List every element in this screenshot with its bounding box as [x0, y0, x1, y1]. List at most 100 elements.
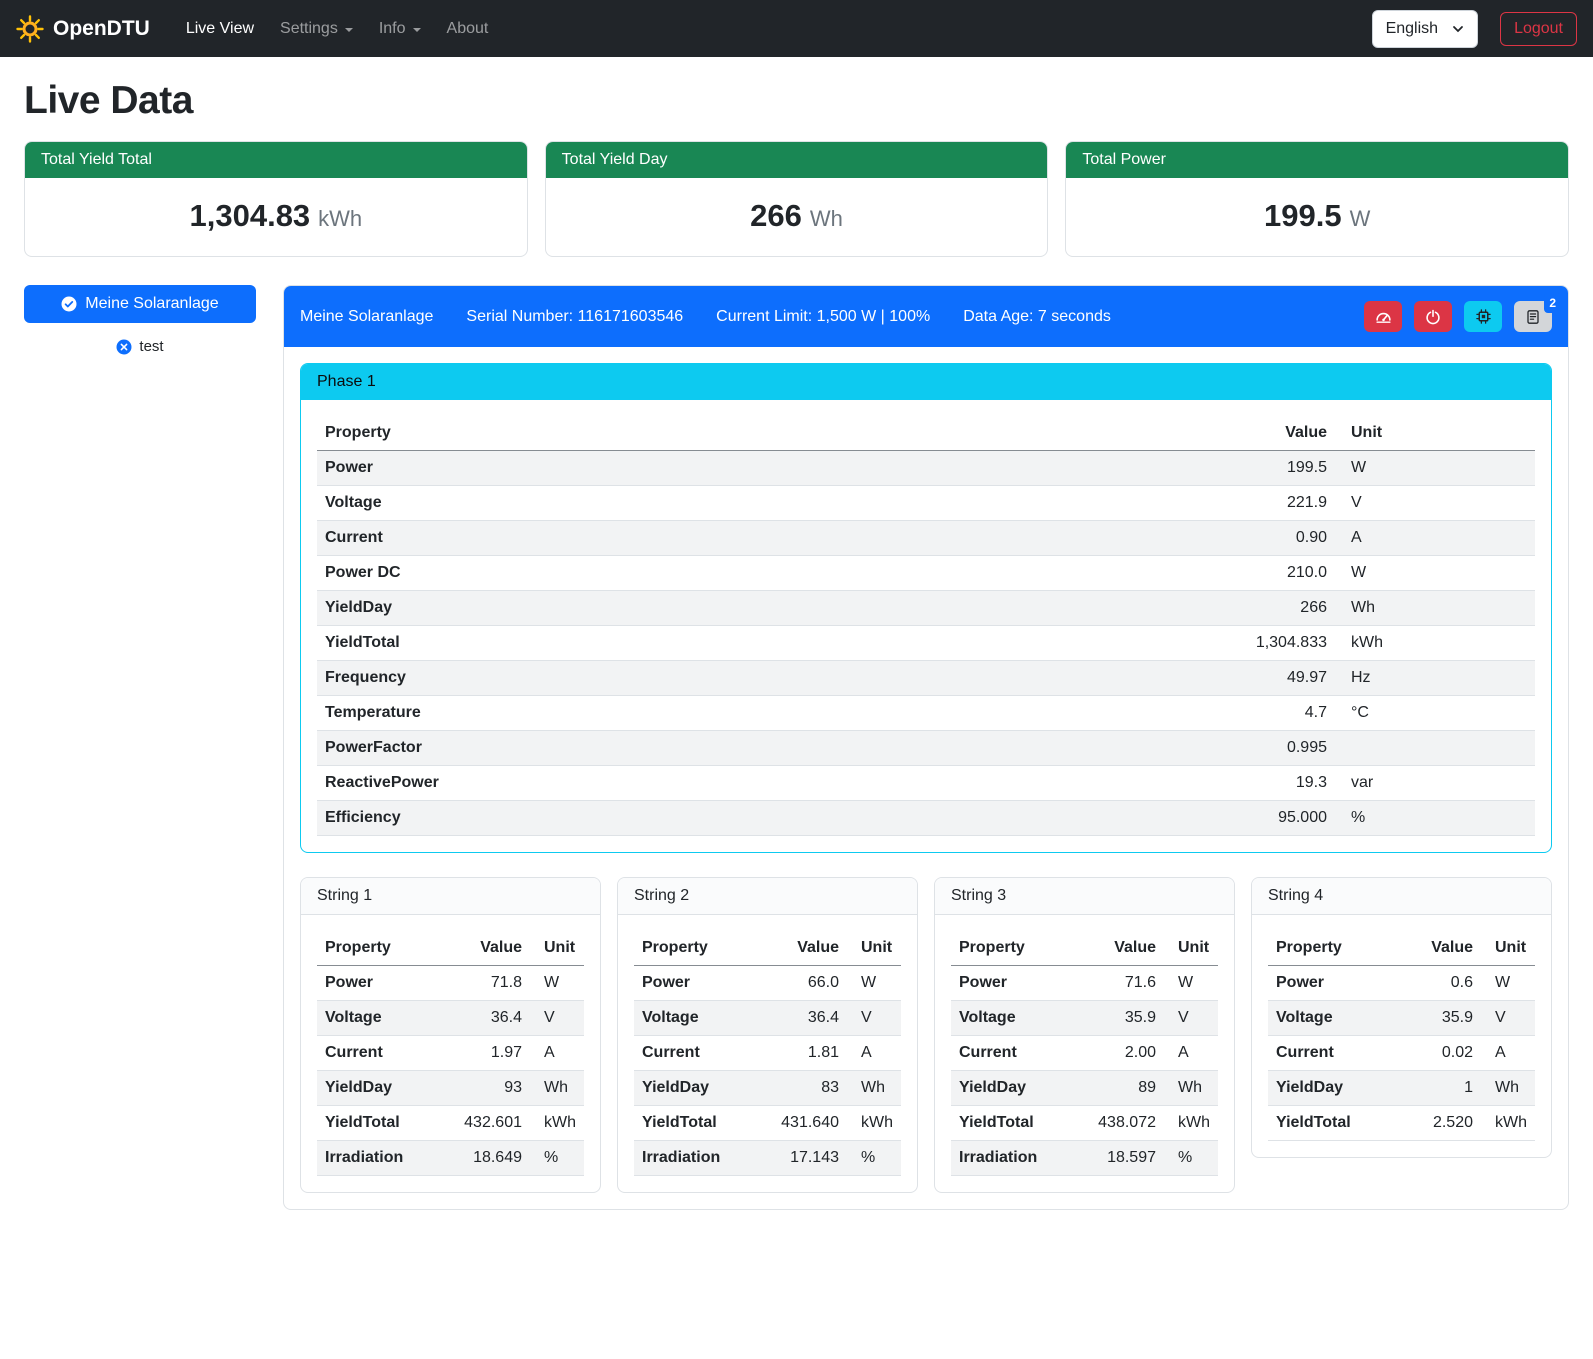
brand[interactable]: OpenDTU — [16, 15, 150, 43]
chevron-down-icon — [1452, 23, 1464, 35]
language-select[interactable]: English — [1372, 10, 1478, 48]
unit-cell: W — [1335, 556, 1535, 591]
value-cell: 266 — [1195, 591, 1335, 626]
unit-cell: V — [1481, 1001, 1535, 1036]
unit-cell: A — [847, 1036, 901, 1071]
table-row: YieldTotal431.640kWh — [634, 1106, 901, 1141]
string-card-body: Property Value Unit Power66.0WVoltage36.… — [618, 915, 917, 1192]
string-card-2: String 2 Property Value Unit — [617, 877, 918, 1193]
inverter-action-buttons: 2 — [1364, 301, 1552, 332]
string-table: Property Value Unit Power71.6WVoltage35.… — [951, 931, 1218, 1176]
unit-cell: Wh — [1164, 1071, 1218, 1106]
table-row: Current0.02A — [1268, 1036, 1535, 1071]
property-cell: Voltage — [634, 1001, 769, 1036]
column-header-value: Value — [1403, 931, 1481, 966]
table-row: YieldTotal1,304.833kWh — [317, 626, 1535, 661]
table-body: Power199.5WVoltage221.9VCurrent0.90APowe… — [317, 451, 1535, 836]
string-card-title: String 3 — [935, 878, 1234, 915]
string-card-title: String 1 — [301, 878, 600, 915]
device-info-button[interactable] — [1464, 301, 1502, 332]
power-toggle-button[interactable] — [1414, 301, 1452, 332]
property-cell: YieldTotal — [317, 626, 1195, 661]
inverter-item-test[interactable]: test — [24, 338, 256, 355]
property-cell: Voltage — [317, 486, 1195, 521]
value-cell: 71.6 — [1086, 966, 1164, 1001]
unit-cell: °C — [1335, 696, 1535, 731]
string-card-title: String 2 — [618, 878, 917, 915]
nav-item-info[interactable]: Info — [367, 12, 433, 46]
logout-button[interactable]: Logout — [1500, 12, 1577, 46]
value-cell: 0.02 — [1403, 1036, 1481, 1071]
unit-cell: % — [1164, 1141, 1218, 1176]
event-log-button[interactable]: 2 — [1514, 301, 1552, 332]
language-select-value: English — [1386, 20, 1438, 38]
value-cell: 18.597 — [1086, 1141, 1164, 1176]
value-cell: 0.90 — [1195, 521, 1335, 556]
column-header-unit: Unit — [1164, 931, 1218, 966]
nav-item-about[interactable]: About — [435, 12, 501, 46]
nav-item-live-view[interactable]: Live View — [174, 12, 266, 46]
table-row: Frequency49.97Hz — [317, 661, 1535, 696]
column-header-value: Value — [1086, 931, 1164, 966]
limit-settings-button[interactable] — [1364, 301, 1402, 332]
unit-cell: V — [847, 1001, 901, 1036]
value-cell: 71.8 — [452, 966, 530, 1001]
unit-cell: A — [530, 1036, 584, 1071]
summary-card-unit: Wh — [810, 206, 843, 231]
summary-card-unit: kWh — [318, 206, 362, 231]
property-cell: Current — [951, 1036, 1086, 1071]
column-header-value: Value — [769, 931, 847, 966]
summary-card-unit: W — [1350, 206, 1371, 231]
column-header-property: Property — [951, 931, 1086, 966]
table-row: Power71.8W — [317, 966, 584, 1001]
unit-cell: kWh — [1481, 1106, 1535, 1141]
string-card-title: String 4 — [1252, 878, 1551, 915]
property-cell: ReactivePower — [317, 766, 1195, 801]
nav-item-label: Settings — [280, 20, 338, 38]
value-cell: 1 — [1403, 1071, 1481, 1106]
property-cell: Current — [317, 1036, 452, 1071]
property-cell: YieldDay — [1268, 1071, 1403, 1106]
inverter-meta: Meine Solaranlage Serial Number: 1161716… — [300, 308, 1364, 326]
string-table: Property Value Unit Power71.8WVoltage36.… — [317, 931, 584, 1176]
property-cell: Power — [317, 451, 1195, 486]
value-cell: 4.7 — [1195, 696, 1335, 731]
table-row: Power71.6W — [951, 966, 1218, 1001]
navbar: OpenDTU Live View Settings Info About En… — [0, 0, 1593, 57]
unit-cell: Wh — [1335, 591, 1535, 626]
brand-label: OpenDTU — [53, 17, 150, 41]
unit-cell: Wh — [530, 1071, 584, 1106]
table-row: ReactivePower19.3var — [317, 766, 1535, 801]
value-cell: 0.6 — [1403, 966, 1481, 1001]
inverter-serial: Serial Number: 116171603546 — [466, 308, 683, 326]
table-row: Efficiency95.000% — [317, 801, 1535, 836]
nav-links: Live View Settings Info About — [174, 12, 1362, 46]
phase-panel-title: Phase 1 — [301, 364, 1551, 400]
inverter-card: Meine Solaranlage Serial Number: 1161716… — [283, 285, 1569, 1210]
summary-card-body: 266Wh — [546, 178, 1048, 256]
table-row: YieldDay1Wh — [1268, 1071, 1535, 1106]
inverter-button-active[interactable]: Meine Solaranlage — [24, 285, 256, 323]
summary-cards: Total Yield Total 1,304.83kWh Total Yiel… — [24, 141, 1569, 257]
value-cell: 432.601 — [452, 1106, 530, 1141]
unit-cell: W — [1481, 966, 1535, 1001]
unit-cell: kWh — [530, 1106, 584, 1141]
nav-item-settings[interactable]: Settings — [268, 12, 365, 46]
property-cell: Power — [1268, 966, 1403, 1001]
table-row: Irradiation17.143% — [634, 1141, 901, 1176]
table-row: Temperature4.7°C — [317, 696, 1535, 731]
property-cell: Irradiation — [634, 1141, 769, 1176]
unit-cell: var — [1335, 766, 1535, 801]
value-cell: 431.640 — [769, 1106, 847, 1141]
value-cell: 18.649 — [452, 1141, 530, 1176]
table-header-row: Property Value Unit — [1268, 931, 1535, 966]
summary-card-total-yield-day: Total Yield Day 266Wh — [545, 141, 1049, 257]
gauge-icon — [1375, 308, 1392, 325]
value-cell: 93 — [452, 1071, 530, 1106]
phase-table: Property Value Unit Power199.5WVoltage22… — [317, 416, 1535, 836]
value-cell: 35.9 — [1086, 1001, 1164, 1036]
value-cell: 1,304.833 — [1195, 626, 1335, 661]
property-cell: Voltage — [951, 1001, 1086, 1036]
unit-cell: Wh — [1481, 1071, 1535, 1106]
property-cell: PowerFactor — [317, 731, 1195, 766]
